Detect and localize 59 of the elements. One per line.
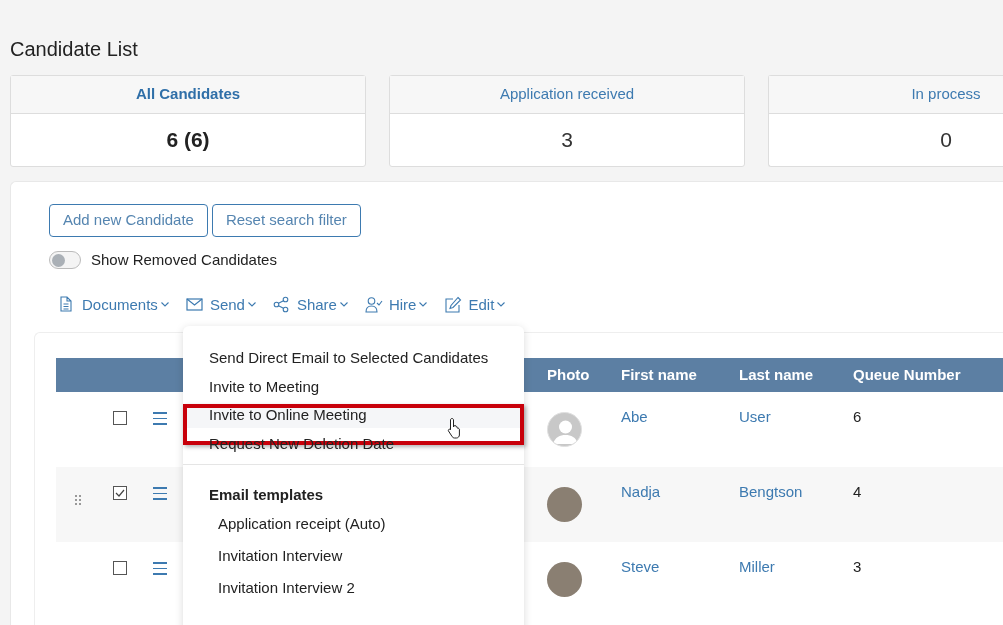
menu-item[interactable]: Send Direct Email to Selected Candidates [183, 346, 524, 371]
drag-handle[interactable] [74, 495, 82, 505]
menu-section-title: Email templates [208, 484, 325, 505]
toolbar-menu-button[interactable]: Send [185, 293, 256, 316]
share-icon [272, 296, 291, 314]
stat-card[interactable]: All Candidates 6 (6) [10, 75, 366, 167]
caret-icon [497, 302, 506, 308]
menu-item[interactable]: Invitation Interview [183, 540, 524, 572]
toolbar-menu-button[interactable]: Hire [364, 293, 428, 316]
caret-icon [247, 302, 256, 308]
row-checkbox[interactable] [113, 411, 127, 425]
queue-number: 3 [853, 557, 862, 577]
row-menu-icon[interactable] [153, 412, 167, 425]
card-value: 0 [940, 127, 952, 154]
toggle-switch[interactable] [49, 251, 81, 270]
first-name-link[interactable]: Nadja [621, 481, 661, 504]
page-title: Candidate List [10, 37, 138, 62]
toolbar-menu-button[interactable]: Edit [444, 293, 506, 316]
edit-icon [444, 296, 463, 314]
first-name-link[interactable]: Abe [621, 406, 648, 429]
menu-item[interactable]: Invitation Interview 2 [183, 572, 524, 604]
menu-item[interactable]: Invite to Meeting [183, 375, 524, 399]
caret-icon [160, 302, 169, 308]
column-header: First name [621, 364, 697, 385]
card-value: 6 (6) [166, 127, 210, 154]
last-name-link[interactable]: User [739, 406, 771, 429]
row-checkbox[interactable] [113, 486, 127, 500]
row-menu-icon[interactable] [153, 562, 167, 575]
queue-number: 6 [853, 407, 862, 427]
hand-pointer-icon [447, 417, 463, 439]
menu-item[interactable]: Application receipt (Auto) [183, 508, 524, 540]
queue-number: 4 [853, 482, 862, 502]
card-label: In process [911, 84, 981, 105]
card-label: All Candidates [135, 84, 241, 105]
user-check-icon [364, 296, 383, 314]
caret-icon [419, 302, 428, 308]
first-name-link[interactable]: Steve [621, 556, 660, 579]
column-header: Photo [547, 364, 590, 385]
stat-card[interactable]: In process 0 [768, 75, 1003, 167]
card-label: Application received [499, 84, 635, 105]
row-menu-icon[interactable] [153, 487, 167, 500]
photo-placeholder [547, 562, 582, 597]
last-name-link[interactable]: Bengtson [739, 481, 803, 504]
avatar-silhouette [547, 412, 582, 447]
column-header: Last name [739, 364, 814, 385]
menu-item[interactable]: Request New Deletion Date [183, 432, 524, 456]
toggle-label: Show Removed Candidates [91, 250, 277, 270]
column-header: Queue Number [853, 364, 961, 385]
stat-card[interactable]: Application received 3 [389, 75, 745, 167]
row-checkbox[interactable] [113, 561, 127, 575]
action-button[interactable]: Add new Candidate [49, 204, 208, 237]
envelope-icon [185, 296, 204, 314]
toolbar-menu-button[interactable]: Documents [58, 293, 169, 316]
action-button[interactable]: Reset search filter [211, 204, 361, 237]
photo-placeholder [547, 487, 582, 522]
card-value: 3 [561, 127, 573, 154]
caret-icon [339, 302, 348, 308]
last-name-link[interactable]: Miller [739, 556, 775, 579]
toolbar-menu-button[interactable]: Share [272, 293, 348, 316]
